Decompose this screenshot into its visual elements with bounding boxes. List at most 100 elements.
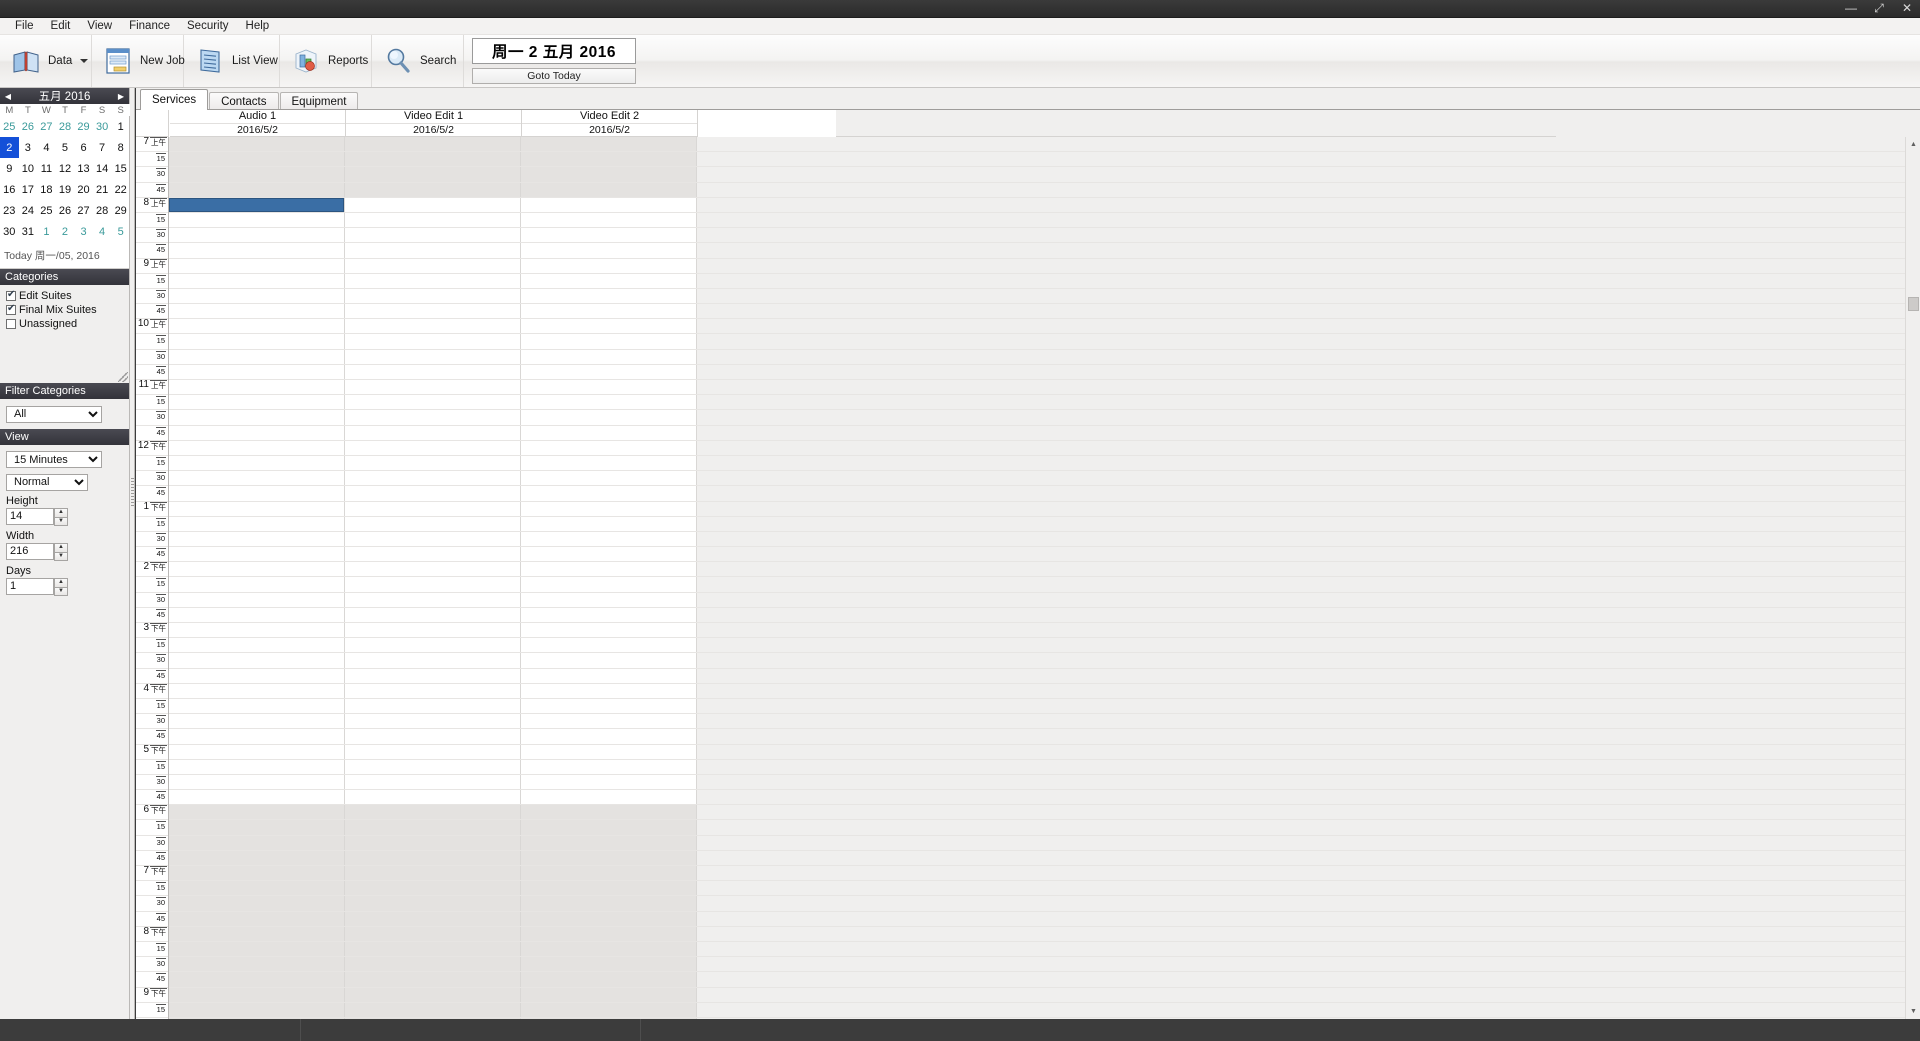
- calendar-day[interactable]: 28: [93, 200, 112, 221]
- calendar-prev-month-icon[interactable]: ◀: [2, 88, 14, 104]
- category-checkbox-row[interactable]: Unassigned: [6, 318, 129, 330]
- resource-column-header[interactable]: Audio 1 2016/5/2: [170, 110, 346, 137]
- schedule-cell[interactable]: [345, 835, 521, 850]
- close-icon[interactable]: ✕: [1900, 1, 1914, 15]
- schedule-cell[interactable]: [169, 790, 345, 805]
- calendar-next-month-icon[interactable]: ▶: [115, 88, 127, 104]
- schedule-cell[interactable]: [521, 790, 697, 805]
- schedule-cell[interactable]: [521, 425, 697, 440]
- vertical-scroll-thumb[interactable]: [1908, 297, 1919, 311]
- schedule-cell[interactable]: [345, 957, 521, 972]
- checkbox-icon[interactable]: [6, 289, 16, 301]
- schedule-cell[interactable]: [521, 197, 697, 212]
- calendar-day[interactable]: 1: [37, 221, 56, 242]
- schedule-cell[interactable]: [169, 683, 345, 698]
- view-interval-select[interactable]: 15 Minutes: [6, 451, 102, 468]
- schedule-cell[interactable]: [169, 364, 345, 379]
- height-input[interactable]: [6, 507, 54, 525]
- schedule-cell[interactable]: [345, 744, 521, 759]
- schedule-cell[interactable]: [345, 607, 521, 622]
- schedule-cell[interactable]: [521, 319, 697, 334]
- schedule-cell[interactable]: [169, 334, 345, 349]
- calendar-day[interactable]: 29: [74, 116, 93, 137]
- schedule-cell[interactable]: [169, 319, 345, 334]
- schedule-cell[interactable]: [345, 380, 521, 395]
- schedule-cell[interactable]: [169, 835, 345, 850]
- schedule-cell[interactable]: [345, 683, 521, 698]
- schedule-cell[interactable]: [169, 288, 345, 304]
- schedule-cell[interactable]: [521, 957, 697, 972]
- category-checkbox-row[interactable]: Edit Suites: [6, 289, 129, 302]
- schedule-cell[interactable]: [521, 288, 697, 304]
- schedule-cell[interactable]: [169, 623, 345, 638]
- schedule-cell[interactable]: [521, 243, 697, 258]
- calendar-day[interactable]: 21: [93, 179, 112, 200]
- search-button[interactable]: Search: [372, 35, 464, 87]
- calendar-day[interactable]: 17: [19, 179, 38, 200]
- schedule-cell[interactable]: [521, 349, 697, 364]
- schedule-cell[interactable]: [169, 410, 345, 425]
- schedule-cell[interactable]: [521, 774, 697, 790]
- schedule-cell[interactable]: [169, 182, 345, 197]
- tab-contacts[interactable]: Contacts: [209, 92, 279, 110]
- schedule-cell[interactable]: [345, 364, 521, 379]
- checkbox-icon[interactable]: [6, 319, 16, 329]
- calendar-day[interactable]: 19: [56, 179, 75, 200]
- schedule-cell[interactable]: [345, 653, 521, 668]
- schedule-cell[interactable]: [345, 425, 521, 440]
- calendar-day[interactable]: 28: [56, 116, 75, 137]
- calendar-day[interactable]: 15: [111, 158, 130, 179]
- schedule-cell[interactable]: [345, 243, 521, 258]
- schedule-cell[interactable]: [169, 881, 345, 896]
- height-increment-icon[interactable]: ▲: [54, 507, 68, 517]
- schedule-cell[interactable]: [345, 319, 521, 334]
- schedule-cell[interactable]: [345, 881, 521, 896]
- schedule-cell[interactable]: [345, 182, 521, 197]
- tab-equipment[interactable]: Equipment: [279, 92, 359, 110]
- tab-services[interactable]: Services: [140, 89, 209, 110]
- schedule-cell[interactable]: [345, 516, 521, 531]
- schedule-cell[interactable]: [521, 304, 697, 319]
- schedule-cell[interactable]: [345, 395, 521, 410]
- schedule-cell[interactable]: [521, 714, 697, 729]
- schedule-cell[interactable]: [345, 455, 521, 471]
- schedule-cell[interactable]: [169, 380, 345, 395]
- schedule-cell[interactable]: [169, 866, 345, 881]
- schedule-cell[interactable]: [345, 288, 521, 304]
- schedule-cell[interactable]: [169, 729, 345, 744]
- calendar-day[interactable]: 29: [111, 200, 130, 221]
- schedule-cell[interactable]: [345, 349, 521, 364]
- schedule-cell[interactable]: [521, 182, 697, 197]
- reports-button[interactable]: Reports: [280, 35, 372, 87]
- schedule-cell[interactable]: [521, 926, 697, 941]
- calendar-day[interactable]: 23: [0, 200, 19, 221]
- schedule-cell[interactable]: [521, 547, 697, 562]
- menu-item-file[interactable]: File: [7, 18, 43, 35]
- schedule-cell[interactable]: [345, 273, 521, 288]
- calendar-day[interactable]: 5: [56, 137, 75, 158]
- days-increment-icon[interactable]: ▲: [54, 577, 68, 587]
- schedule-cell[interactable]: [521, 486, 697, 501]
- schedule-cell[interactable]: [345, 638, 521, 653]
- schedule-cell[interactable]: [345, 152, 521, 167]
- schedule-cell[interactable]: [345, 531, 521, 547]
- height-decrement-icon[interactable]: ▼: [54, 516, 68, 526]
- schedule-cell[interactable]: [345, 258, 521, 273]
- schedule-cell[interactable]: [169, 1002, 345, 1017]
- schedule-cell[interactable]: [345, 1002, 521, 1017]
- schedule-cell[interactable]: [169, 395, 345, 410]
- schedule-cell[interactable]: [521, 759, 697, 774]
- schedule-cell[interactable]: [345, 440, 521, 455]
- schedule-cell[interactable]: [169, 273, 345, 288]
- schedule-cell[interactable]: [345, 228, 521, 243]
- schedule-cell[interactable]: [521, 668, 697, 683]
- schedule-cell[interactable]: [345, 850, 521, 865]
- category-checkbox-row[interactable]: Final Mix Suites: [6, 303, 129, 316]
- sidebar-splitter[interactable]: [130, 88, 135, 1019]
- schedule-cell[interactable]: [521, 334, 697, 349]
- schedule-cell[interactable]: [345, 820, 521, 835]
- schedule-cell[interactable]: [345, 866, 521, 881]
- schedule-cell[interactable]: [345, 304, 521, 319]
- schedule-cell[interactable]: [169, 714, 345, 729]
- schedule-cell[interactable]: [521, 623, 697, 638]
